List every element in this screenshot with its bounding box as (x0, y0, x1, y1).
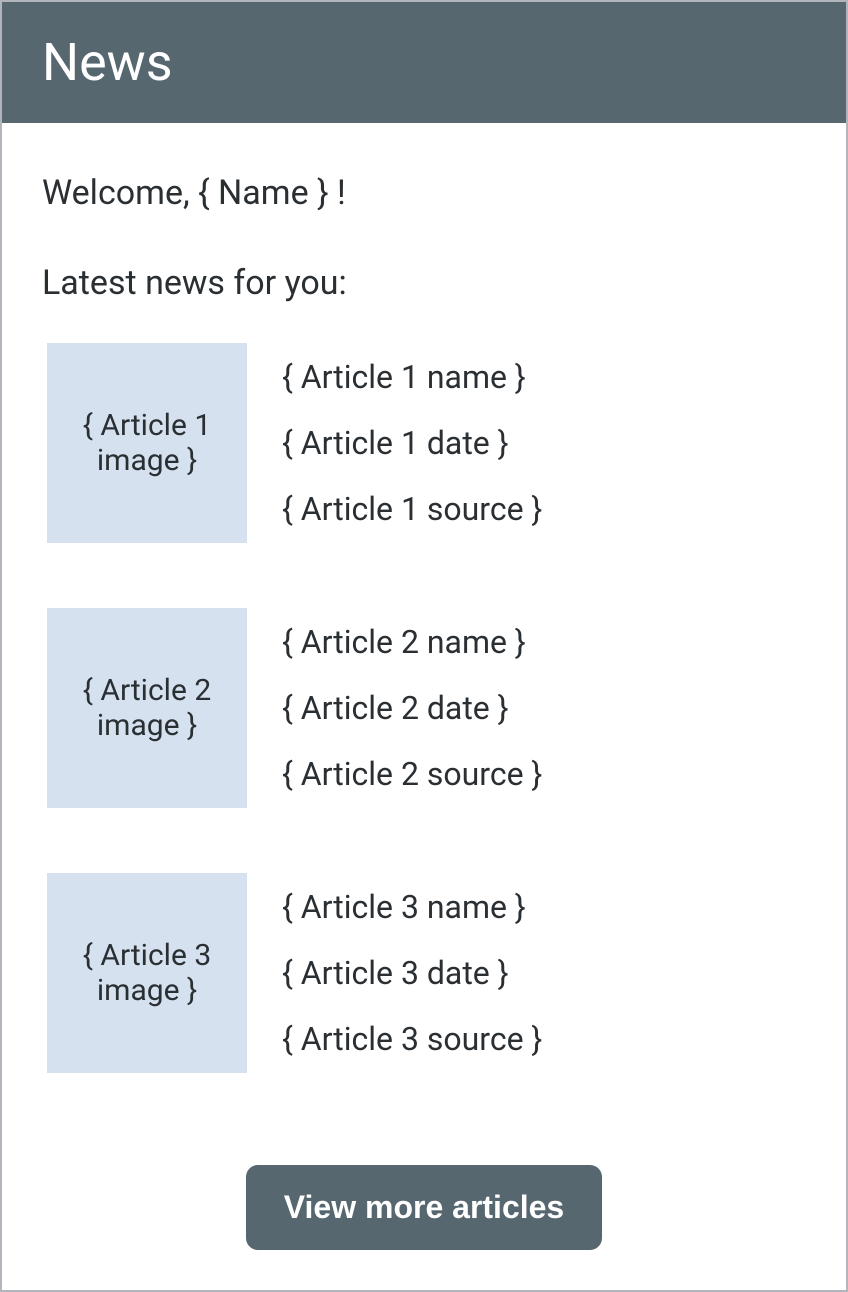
button-container: View more articles (42, 1165, 806, 1260)
article-row[interactable]: { Article 1 image } { Article 1 name } {… (42, 343, 806, 543)
welcome-name: { Name } (198, 173, 328, 213)
view-more-button[interactable]: View more articles (246, 1165, 602, 1250)
article-date: { Article 3 date } (282, 954, 542, 992)
article-name: { Article 3 name } (282, 888, 542, 926)
article-details: { Article 1 name } { Article 1 date } { … (282, 358, 542, 528)
article-source: { Article 1 source } (282, 490, 542, 528)
article-details: { Article 3 name } { Article 3 date } { … (282, 888, 542, 1058)
article-source: { Article 2 source } (282, 755, 542, 793)
article-image-placeholder: { Article 2 image } (47, 608, 247, 808)
article-date: { Article 1 date } (282, 424, 542, 462)
article-date: { Article 2 date } (282, 689, 542, 727)
header: News (2, 2, 846, 123)
app-container: News Welcome, { Name } ! Latest news for… (0, 0, 848, 1292)
article-row[interactable]: { Article 3 image } { Article 3 name } {… (42, 873, 806, 1073)
article-name: { Article 1 name } (282, 358, 542, 396)
content-area: Welcome, { Name } ! Latest news for you:… (2, 123, 846, 1290)
welcome-suffix: ! (329, 173, 346, 213)
article-row[interactable]: { Article 2 image } { Article 2 name } {… (42, 608, 806, 808)
welcome-prefix: Welcome, (42, 173, 198, 213)
article-source: { Article 3 source } (282, 1020, 542, 1058)
article-image-placeholder: { Article 3 image } (47, 873, 247, 1073)
article-name: { Article 2 name } (282, 623, 542, 661)
article-image-placeholder: { Article 1 image } (47, 343, 247, 543)
welcome-text: Welcome, { Name } ! (42, 173, 806, 213)
article-details: { Article 2 name } { Article 2 date } { … (282, 623, 542, 793)
news-subtitle: Latest news for you: (42, 263, 806, 303)
page-title: News (42, 32, 806, 93)
